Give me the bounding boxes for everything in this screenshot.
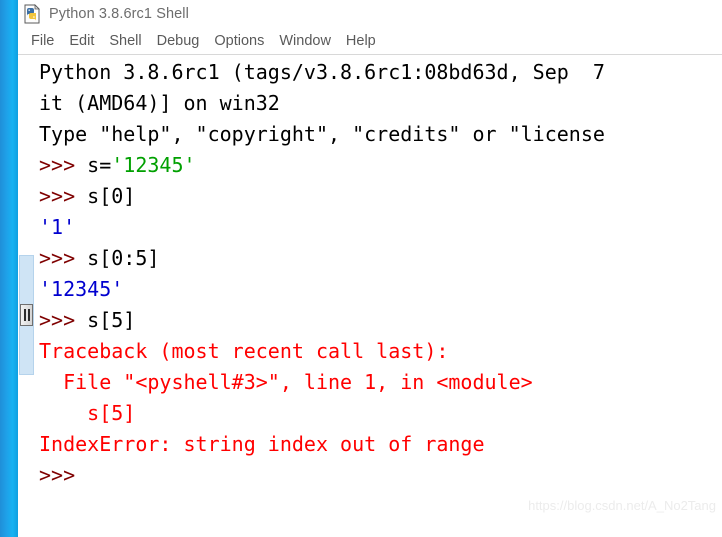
console-line-input-2: >>> s[0] [36, 181, 722, 212]
console-line-input-5: >>> [36, 460, 722, 491]
console-segment-plain: s[0] [87, 184, 136, 208]
menu-item-window[interactable]: Window [272, 31, 339, 51]
idle-shell-window: Python 3.8.6rc1 Shell File Edit Shell De… [18, 0, 722, 537]
console-line-input-4: >>> s[5] [36, 305, 722, 336]
console-segment-prompt: >>> [39, 308, 88, 332]
console-line-input-3: >>> s[0:5] [36, 243, 722, 274]
console-line-banner-2: it (AMD64)] on win32 [36, 88, 722, 119]
python-idle-icon [22, 4, 42, 24]
console-segment-plain: it (AMD64)] on win32 [39, 91, 280, 115]
console-segment-prompt: >>> [39, 463, 76, 487]
left-gutter [18, 55, 36, 537]
console-line-input-1: >>> s='12345' [36, 150, 722, 181]
console-segment-str: '12345' [111, 153, 196, 177]
vertical-scrollbar[interactable] [19, 255, 34, 375]
console-segment-plain: s= [87, 153, 112, 177]
console-line-trace-4: IndexError: string index out of range [36, 429, 722, 460]
console-segment-prompt: >>> [39, 153, 88, 177]
console-segment-prompt: >>> [39, 246, 88, 270]
console-line-banner-3: Type "help", "copyright", "credits" or "… [36, 119, 722, 150]
menu-item-options[interactable]: Options [207, 31, 272, 51]
console-segment-err: Traceback (most recent call last): [39, 339, 449, 363]
console-segment-plain: s[0:5] [87, 246, 160, 270]
console-segment-plain: Type "help", "copyright", "credits" or "… [39, 122, 605, 146]
window-title: Python 3.8.6rc1 Shell [49, 6, 189, 22]
menu-item-debug[interactable]: Debug [150, 31, 208, 51]
menu-bar[interactable]: File Edit Shell Debug Options Window Hel… [18, 28, 722, 55]
console-segment-prompt: >>> [39, 184, 88, 208]
console-line-output-2: '12345' [36, 274, 722, 305]
title-bar: Python 3.8.6rc1 Shell [18, 0, 722, 28]
shell-output-area[interactable]: Python 3.8.6rc1 (tags/v3.8.6rc1:08bd63d,… [36, 55, 722, 537]
console-line-trace-2: File "<pyshell#3>", line 1, in <module> [36, 367, 722, 398]
console-line-trace-3: s[5] [36, 398, 722, 429]
desktop-accent-strip [0, 0, 18, 537]
shell-body: Python 3.8.6rc1 (tags/v3.8.6rc1:08bd63d,… [18, 55, 722, 537]
scrollbar-thumb[interactable] [20, 304, 33, 326]
console-line-banner-1: Python 3.8.6rc1 (tags/v3.8.6rc1:08bd63d,… [36, 57, 722, 88]
console-segment-plain: Python 3.8.6rc1 (tags/v3.8.6rc1:08bd63d,… [39, 60, 605, 84]
console-segment-out: '1' [39, 215, 76, 239]
menu-item-edit[interactable]: Edit [62, 31, 102, 51]
console-line-trace-1: Traceback (most recent call last): [36, 336, 722, 367]
console-segment-plain: s[5] [87, 308, 136, 332]
menu-item-help[interactable]: Help [339, 31, 384, 51]
console-segment-err: File "<pyshell#3>", line 1, in <module> [39, 370, 533, 394]
console-segment-err: s[5] [39, 401, 136, 425]
console-segment-out: '12345' [39, 277, 124, 301]
console-segment-err: IndexError: string index out of range [39, 432, 485, 456]
console-line-output-1: '1' [36, 212, 722, 243]
menu-item-file[interactable]: File [24, 31, 62, 51]
menu-item-shell[interactable]: Shell [102, 31, 149, 51]
